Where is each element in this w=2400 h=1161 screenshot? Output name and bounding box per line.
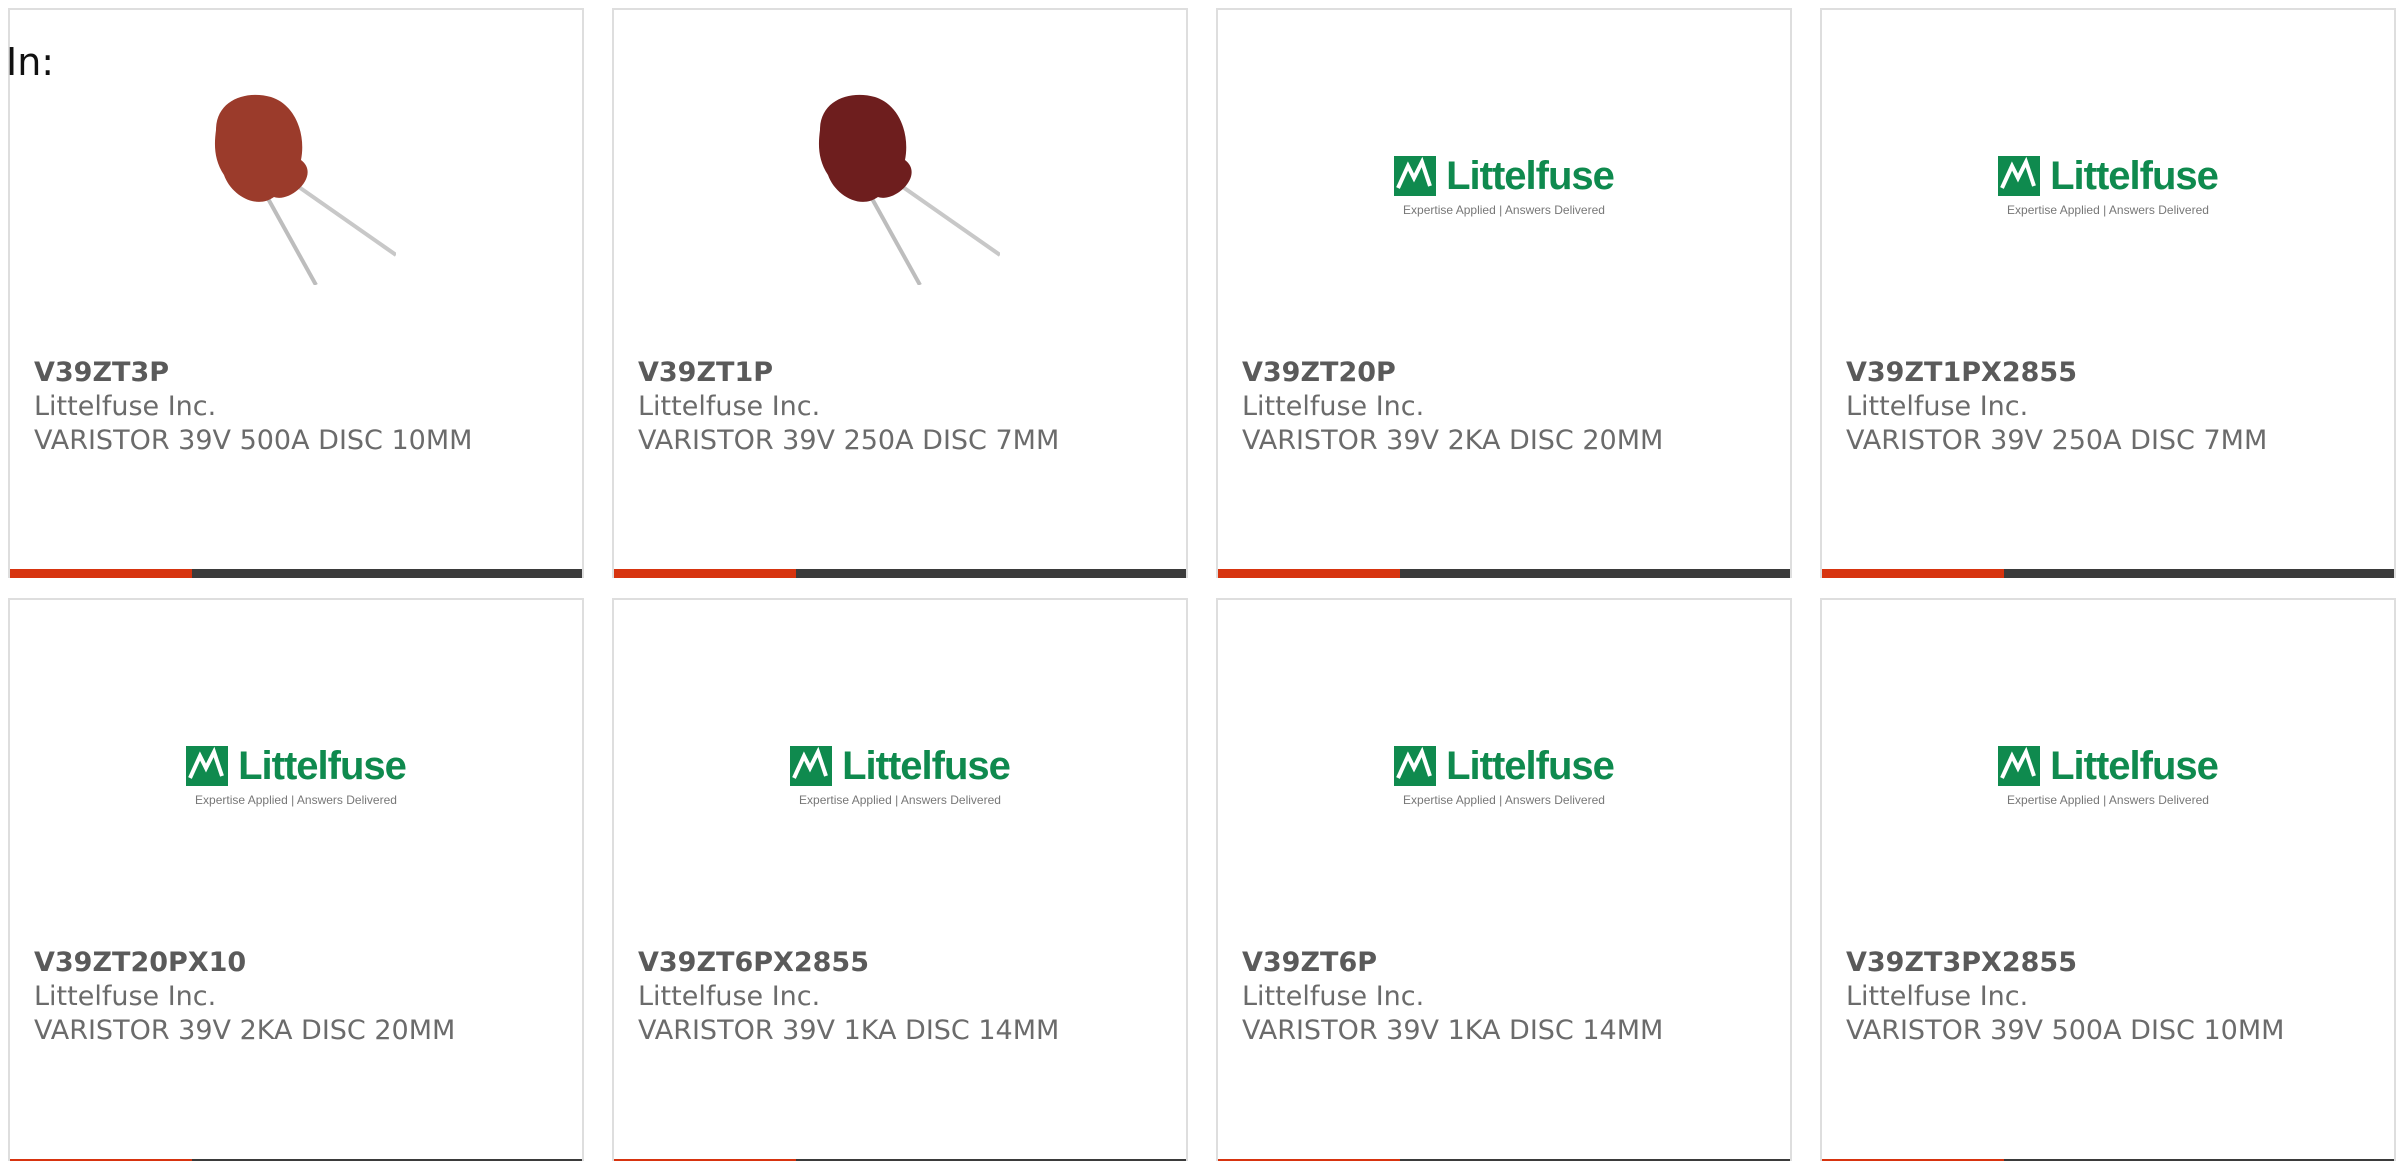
part-number[interactable]: V39ZT1P [638, 356, 1174, 390]
logo-row: Littelfuse [1394, 743, 1615, 789]
product-card[interactable]: V39ZT1P Littelfuse Inc. VARISTOR 39V 250A … [612, 8, 1188, 578]
logo-wordmark: Littelfuse [1446, 153, 1615, 198]
varistor-photo [818, 94, 1000, 285]
manufacturer: Littelfuse Inc. [638, 391, 821, 422]
part-number[interactable]: V39ZT3P [34, 356, 570, 390]
logo-wordmark: Littelfuse [238, 743, 407, 788]
logo-row: Littelfuse [186, 743, 407, 789]
product-info: V39ZT20P Littelfuse Inc. VARISTOR 39V 2KA … [1242, 356, 1778, 458]
product-card[interactable]: Littelfuse Expertise Applied | Answers De… [612, 598, 1188, 1161]
logo-mark-icon [1394, 156, 1437, 196]
description: VARISTOR 39V 2KA DISC 20MM [1242, 425, 1664, 456]
product-info: V39ZT3P Littelfuse Inc. VARISTOR 39V 500A … [34, 356, 570, 458]
manufacturer: Littelfuse Inc. [638, 981, 821, 1012]
description: VARISTOR 39V 2KA DISC 20MM [34, 1015, 456, 1046]
card-bottom-bar [10, 569, 582, 578]
product-image[interactable]: Littelfuse Expertise Applied | Answers De… [1822, 70, 2394, 300]
description: VARISTOR 39V 500A DISC 10MM [1846, 1015, 2285, 1046]
logo-row: Littelfuse [1394, 153, 1615, 199]
product-card[interactable]: Littelfuse Expertise Applied | Answers De… [1216, 8, 1792, 578]
logo-mark-icon [790, 746, 833, 786]
logo-tagline: Expertise Applied | Answers Delivered [2007, 202, 2209, 217]
card-accent-bar [1822, 569, 2004, 578]
littelfuse-logo: Littelfuse Expertise Applied | Answers De… [1998, 153, 2219, 217]
manufacturer: Littelfuse Inc. [34, 391, 217, 422]
product-image[interactable]: Littelfuse Expertise Applied | Answers De… [1822, 660, 2394, 890]
varistor-photo [214, 94, 396, 285]
logo-mark-icon [1998, 156, 2041, 196]
card-bottom-bar [614, 569, 1186, 578]
varistor-body [214, 94, 308, 202]
description: VARISTOR 39V 250A DISC 7MM [1846, 425, 2268, 456]
manufacturer: Littelfuse Inc. [1242, 981, 1425, 1012]
product-info: V39ZT6PX2855 Littelfuse Inc. VARISTOR 39V … [638, 946, 1174, 1048]
littelfuse-logo: Littelfuse Expertise Applied | Answers De… [186, 743, 407, 807]
logo-row: Littelfuse [790, 743, 1011, 789]
manufacturer: Littelfuse Inc. [1846, 391, 2029, 422]
card-accent-bar [1218, 569, 1400, 578]
logo-mark-icon [186, 746, 229, 786]
logo-mark-icon [1394, 746, 1437, 786]
part-number[interactable]: V39ZT6P [1242, 946, 1778, 980]
logo-wordmark: Littelfuse [2050, 743, 2219, 788]
part-number[interactable]: V39ZT1PX2855 [1846, 356, 2382, 390]
logo-tagline: Expertise Applied | Answers Delivered [1403, 792, 1605, 807]
logo-mark-icon [1998, 746, 2041, 786]
logo-tagline: Expertise Applied | Answers Delivered [1403, 202, 1605, 217]
logo-tagline: Expertise Applied | Answers Delivered [799, 792, 1001, 807]
logo-wordmark: Littelfuse [1446, 743, 1615, 788]
product-card[interactable]: Littelfuse Expertise Applied | Answers De… [8, 598, 584, 1161]
varistor-lead [898, 183, 1000, 257]
product-card[interactable]: Littelfuse Expertise Applied | Answers De… [1820, 8, 2396, 578]
description: VARISTOR 39V 500A DISC 10MM [34, 425, 473, 456]
littelfuse-logo: Littelfuse Expertise Applied | Answers De… [1394, 743, 1615, 807]
product-info: V39ZT3PX2855 Littelfuse Inc. VARISTOR 39V … [1846, 946, 2382, 1048]
manufacturer: Littelfuse Inc. [1242, 391, 1425, 422]
product-image[interactable]: Littelfuse Expertise Applied | Answers De… [10, 660, 582, 890]
littelfuse-logo: Littelfuse Expertise Applied | Answers De… [1394, 153, 1615, 217]
logo-wordmark: Littelfuse [842, 743, 1011, 788]
product-card[interactable]: Littelfuse Expertise Applied | Answers De… [1820, 598, 2396, 1161]
card-bottom-bar [1218, 569, 1790, 578]
card-accent-bar [10, 569, 192, 578]
littelfuse-logo: Littelfuse Expertise Applied | Answers De… [1998, 743, 2219, 807]
varistor-lead [294, 183, 396, 257]
product-card[interactable]: V39ZT3P Littelfuse Inc. VARISTOR 39V 500A … [8, 8, 584, 578]
logo-tagline: Expertise Applied | Answers Delivered [2007, 792, 2209, 807]
product-grid: V39ZT3P Littelfuse Inc. VARISTOR 39V 500A … [0, 0, 2400, 1161]
logo-row: Littelfuse [1998, 743, 2219, 789]
product-image[interactable]: Littelfuse Expertise Applied | Answers De… [1218, 660, 1790, 890]
logo-wordmark: Littelfuse [2050, 153, 2219, 198]
part-number[interactable]: V39ZT20PX10 [34, 946, 570, 980]
product-info: V39ZT1PX2855 Littelfuse Inc. VARISTOR 39V … [1846, 356, 2382, 458]
varistor-body [818, 94, 912, 202]
product-image[interactable] [10, 70, 582, 300]
part-number[interactable]: V39ZT20P [1242, 356, 1778, 390]
part-number[interactable]: V39ZT6PX2855 [638, 946, 1174, 980]
results-page: In: V39ZT3P Littelfuse Inc. VARISTOR 39V 5… [0, 0, 2400, 1161]
product-info: V39ZT20PX10 Littelfuse Inc. VARISTOR 39V 2… [34, 946, 570, 1048]
description: VARISTOR 39V 1KA DISC 14MM [638, 1015, 1060, 1046]
description: VARISTOR 39V 1KA DISC 14MM [1242, 1015, 1664, 1046]
littelfuse-logo: Littelfuse Expertise Applied | Answers De… [790, 743, 1011, 807]
part-number[interactable]: V39ZT3PX2855 [1846, 946, 2382, 980]
varistor-lead [264, 194, 318, 285]
varistor-lead [868, 194, 922, 285]
product-info: V39ZT1P Littelfuse Inc. VARISTOR 39V 250A … [638, 356, 1174, 458]
product-card[interactable]: Littelfuse Expertise Applied | Answers De… [1216, 598, 1792, 1161]
product-image[interactable]: Littelfuse Expertise Applied | Answers De… [1218, 70, 1790, 300]
product-image[interactable] [614, 70, 1186, 300]
card-bottom-bar [1822, 569, 2394, 578]
in-label: In: [6, 40, 55, 84]
product-info: V39ZT6P Littelfuse Inc. VARISTOR 39V 1KA D… [1242, 946, 1778, 1048]
manufacturer: Littelfuse Inc. [1846, 981, 2029, 1012]
logo-row: Littelfuse [1998, 153, 2219, 199]
product-image[interactable]: Littelfuse Expertise Applied | Answers De… [614, 660, 1186, 890]
manufacturer: Littelfuse Inc. [34, 981, 217, 1012]
logo-tagline: Expertise Applied | Answers Delivered [195, 792, 397, 807]
description: VARISTOR 39V 250A DISC 7MM [638, 425, 1060, 456]
card-accent-bar [614, 569, 796, 578]
